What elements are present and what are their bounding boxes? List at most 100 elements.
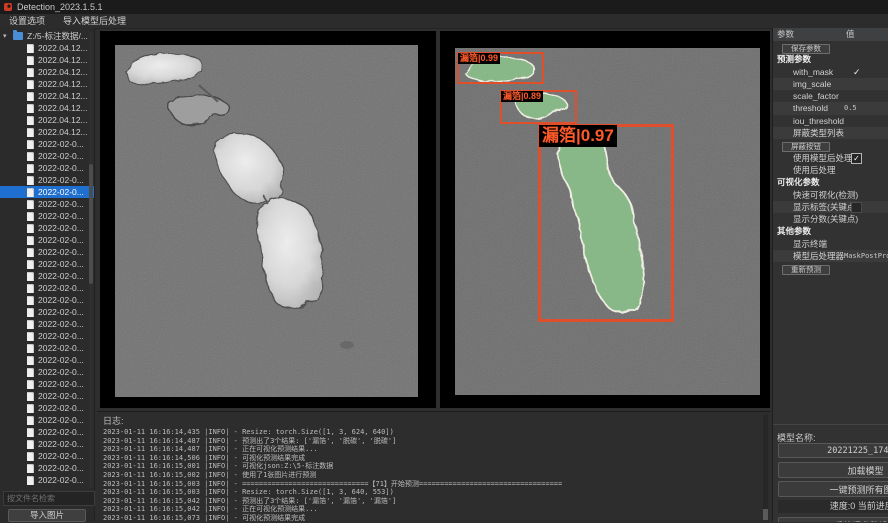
param-row[interactable]: iou_threshold xyxy=(773,115,888,127)
tree-file-row[interactable]: 2022-02-0... xyxy=(0,162,94,174)
tree-root-row[interactable]: ▾ Z:/5-标注数据/... xyxy=(0,30,94,42)
tree-file-row[interactable]: 2022-02-0... xyxy=(0,462,94,474)
title-bar: Detection_2023.1.5.1 xyxy=(0,0,888,14)
param-row[interactable]: threshold0.5 xyxy=(773,102,888,114)
tree-file-row[interactable]: 2022-02-0... xyxy=(0,246,94,258)
tree-file-row[interactable]: 2022.04.12... xyxy=(0,114,94,126)
tree-file-row[interactable]: 2022-02-0... xyxy=(0,414,94,426)
tree-file-label: 2022-02-0... xyxy=(38,475,84,485)
log-line: 2023-01-11 16:16:15,003 |INFO| - Resize:… xyxy=(103,488,770,497)
tree-file-label: 2022-02-0... xyxy=(38,319,84,329)
tree-file-row[interactable]: 2022-02-0... xyxy=(0,330,94,342)
tree-file-row[interactable]: 2022-02-0... xyxy=(0,270,94,282)
tree-file-row[interactable]: 2022-02-0... xyxy=(0,378,94,390)
tree-file-row[interactable]: 2022.04.12... xyxy=(0,90,94,102)
param-row[interactable]: scale_factor xyxy=(773,90,888,102)
param-row[interactable]: 显示标签(关键点) xyxy=(773,201,888,213)
menu-item-1[interactable]: 导入模型后处理 xyxy=(54,14,135,28)
tree-file-row[interactable]: 2022-02-0... xyxy=(0,282,94,294)
tree-file-row[interactable]: 2022-02-0... xyxy=(0,426,94,438)
param-label: img_scale xyxy=(793,79,831,89)
param-row[interactable]: 使用模型后处理✓ xyxy=(773,152,888,164)
file-icon xyxy=(27,272,34,281)
search-input[interactable] xyxy=(3,491,95,506)
tree-file-row[interactable]: 2022-02-0... xyxy=(0,354,94,366)
log-line: 2023-01-11 16:16:14,435 |INFO| - Resize:… xyxy=(103,428,770,437)
parameter-panel: 参数 值 保存参数预测参数with_mask✓img_scalescale_fa… xyxy=(772,28,888,522)
param-row[interactable]: with_mask✓ xyxy=(773,66,888,78)
tree-file-row[interactable]: 2022-02-0... xyxy=(0,438,94,450)
tree-file-row[interactable]: 2022-02-0... xyxy=(0,222,94,234)
tree-file-row[interactable]: 2022.04.12... xyxy=(0,102,94,114)
tree-file-row[interactable]: 2022.04.12... xyxy=(0,126,94,138)
file-icon xyxy=(27,332,34,341)
tree-file-row[interactable]: 2022-02-0... xyxy=(0,450,94,462)
param-label: threshold xyxy=(793,103,828,113)
param-value: MaskPostPro xyxy=(844,250,888,262)
file-icon xyxy=(27,104,34,113)
file-icon xyxy=(27,164,34,173)
original-image xyxy=(115,45,418,397)
param-label: 使用后处理 xyxy=(793,165,836,175)
param-button-row: 保存参数 xyxy=(773,41,888,53)
file-icon xyxy=(27,392,34,401)
tree-file-row[interactable]: 2022-02-0... xyxy=(0,138,94,150)
checkbox[interactable]: ✓ xyxy=(851,153,862,164)
param-row[interactable]: 使用后处理 xyxy=(773,164,888,176)
tree-file-row[interactable]: 2022-02-0... xyxy=(0,366,94,378)
tree-file-row[interactable]: 2022-02-0... xyxy=(0,474,94,486)
tree-file-row[interactable]: 2022-02-0... xyxy=(0,234,94,246)
tree-file-label: 2022-02-0... xyxy=(38,235,84,245)
tree-file-row[interactable]: 2022.04.12... xyxy=(0,54,94,66)
param-button-row: 重新预测 xyxy=(773,262,888,274)
param-row[interactable]: 快速可视化(检测) xyxy=(773,189,888,201)
log-panel: 日志: 2023-01-11 16:16:14,435 |INFO| - Res… xyxy=(97,411,770,523)
tree-file-row[interactable]: 2022-02-0... xyxy=(0,150,94,162)
sidebar-scrollbar-handle[interactable] xyxy=(89,164,93,284)
load-model-button[interactable]: 加载模型 xyxy=(778,462,888,478)
tree-file-row[interactable]: 2022.04.12... xyxy=(0,66,94,78)
tree-file-row[interactable]: 2022-02-0... xyxy=(0,318,94,330)
tree-file-row[interactable]: 2022-02-0... xyxy=(0,198,94,210)
tree-file-row[interactable]: 2022-02-0... xyxy=(0,258,94,270)
log-line: 2023-01-11 16:16:15,042 |INFO| - 正在可视化预测… xyxy=(103,505,770,514)
tree-file-row[interactable]: 2022-02-0... xyxy=(0,390,94,402)
file-icon xyxy=(27,212,34,221)
tree-file-row[interactable]: 2022.04.12... xyxy=(0,78,94,90)
param-label: 显示终端 xyxy=(793,239,827,249)
log-scrollbar[interactable] xyxy=(763,415,768,520)
tree-file-row[interactable]: 2022-02-0... xyxy=(0,174,94,186)
tree-file-row[interactable]: 2022-02-0... xyxy=(0,294,94,306)
tree-file-label: 2022-02-0... xyxy=(38,151,84,161)
image-viewport-prediction[interactable]: 漏箔|0.99 漏箔|0.89 漏箔|0.97 xyxy=(440,31,770,408)
import-images-button[interactable]: 导入图片 xyxy=(8,509,86,522)
log-scrollbar-handle[interactable] xyxy=(763,509,768,520)
param-row[interactable]: img_scale xyxy=(773,78,888,90)
tree-file-row[interactable]: 2022.04.12... xyxy=(0,42,94,54)
tree-file-row[interactable]: 2022-02-0... xyxy=(0,210,94,222)
postprocess-settings-button[interactable]: 后处理参数设置 xyxy=(778,517,888,522)
sidebar-scrollbar[interactable] xyxy=(89,32,93,488)
param-row[interactable]: 显示分数(关键点) xyxy=(773,213,888,225)
param-button[interactable]: 重新预测 xyxy=(782,265,830,275)
file-icon xyxy=(27,368,34,377)
tree-file-label: 2022.04.12... xyxy=(38,115,88,125)
tree-file-row[interactable]: 2022-02-0... xyxy=(0,342,94,354)
file-tree[interactable]: ▾ Z:/5-标注数据/... 2022.04.12...2022.04.12.… xyxy=(0,30,94,490)
log-lines[interactable]: 2023-01-11 16:16:14,435 |INFO| - Resize:… xyxy=(103,428,770,523)
tree-file-row[interactable]: 2022-02-0... xyxy=(0,402,94,414)
param-row[interactable]: 屏蔽类型列表 xyxy=(773,127,888,139)
menu-item-0[interactable]: 设置选项 xyxy=(0,14,54,28)
image-viewport-original[interactable] xyxy=(100,31,436,408)
chevron-down-icon[interactable]: ▾ xyxy=(3,32,11,40)
tree-file-row[interactable]: 2022-02-0... xyxy=(0,306,94,318)
file-icon xyxy=(27,260,34,269)
checkbox[interactable] xyxy=(851,202,862,213)
param-row[interactable]: 模型后处理器MaskPostPro xyxy=(773,250,888,262)
model-name-value[interactable]: 20221225_174813 xyxy=(778,443,888,458)
file-icon xyxy=(27,92,34,101)
predict-all-button[interactable]: 一键预测所有图片 xyxy=(778,481,888,497)
tree-file-label: 2022-02-0... xyxy=(38,355,84,365)
tree-file-row[interactable]: 2022-02-0... xyxy=(0,186,94,198)
param-row[interactable]: 显示终端 xyxy=(773,238,888,250)
